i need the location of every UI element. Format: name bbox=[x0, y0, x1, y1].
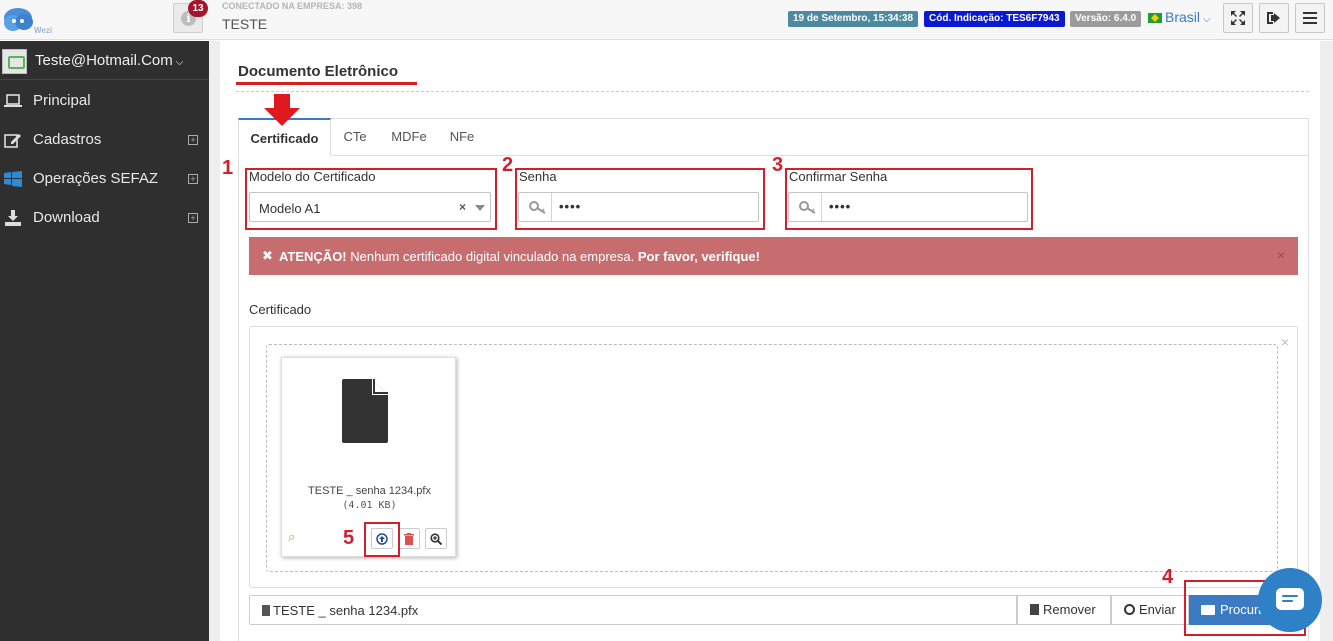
step-1-highlight bbox=[245, 168, 497, 230]
file-name: TESTE _ senha 1234.pfx bbox=[308, 485, 431, 497]
menu-button[interactable] bbox=[1295, 3, 1325, 33]
expand-plus-icon[interactable]: + bbox=[188, 213, 198, 223]
windows-icon bbox=[4, 171, 22, 187]
svg-text:Wezi: Wezi bbox=[34, 26, 52, 35]
warning-alert: ✖ ATENÇÃO! Nenhum certificado digital vi… bbox=[249, 237, 1298, 275]
brazil-flag-icon bbox=[1148, 13, 1162, 23]
notification-count-badge: 13 bbox=[188, 0, 208, 17]
sign-out-icon bbox=[1267, 12, 1280, 24]
step-2-highlight bbox=[515, 168, 765, 230]
sidebar-item-label: Cadastros bbox=[33, 131, 102, 148]
company-name: TESTE bbox=[222, 16, 268, 32]
step-5-highlight bbox=[364, 522, 400, 557]
sidebar-item-operacoes-sefaz[interactable]: Operações SEFAZ + bbox=[0, 160, 209, 199]
delete-file-button[interactable] bbox=[398, 528, 420, 549]
user-email: Teste@Hotmail.Com ⌵ bbox=[35, 52, 184, 69]
zoom-in-icon bbox=[430, 533, 443, 546]
certificate-section-label: Certificado bbox=[249, 302, 312, 317]
arrow-down-icon bbox=[264, 94, 300, 126]
trash-icon bbox=[1030, 604, 1039, 615]
language-label: Brasil bbox=[1165, 9, 1201, 25]
tab-nfe[interactable]: NFe bbox=[441, 118, 483, 156]
step-4-number: 4 bbox=[1162, 566, 1174, 588]
avatar bbox=[2, 49, 27, 74]
title-highlight-underline bbox=[236, 82, 417, 85]
expand-plus-icon[interactable]: + bbox=[188, 174, 198, 184]
step-5-number: 5 bbox=[343, 527, 355, 549]
logout-button[interactable] bbox=[1259, 3, 1289, 33]
sidebar-item-label: Operações SEFAZ bbox=[33, 170, 159, 187]
datetime-badge: 19 de Setembro, 15:34:38 bbox=[788, 11, 919, 27]
chat-widget-button[interactable] bbox=[1258, 568, 1322, 632]
fullscreen-button[interactable] bbox=[1223, 3, 1253, 33]
chevron-down-icon: ⌵ bbox=[175, 57, 184, 68]
company-connected-label: CONECTADO NA EMPRESA: 398 bbox=[222, 1, 363, 11]
language-selector[interactable]: Brasil ⌵ bbox=[1148, 9, 1211, 25]
trash-icon bbox=[404, 533, 414, 545]
wezi-logo[interactable]: Wezi bbox=[2, 4, 56, 36]
file-small-icon bbox=[262, 605, 270, 616]
file-size: (4.01 KB) bbox=[342, 500, 397, 511]
chevron-down-icon: ⌵ bbox=[1203, 14, 1211, 25]
laptop-icon bbox=[4, 94, 22, 107]
version-badge: Versão: 6.4.0 bbox=[1070, 11, 1142, 27]
download-icon bbox=[5, 210, 21, 226]
edit-icon bbox=[4, 134, 21, 148]
hamburger-icon bbox=[1303, 12, 1317, 24]
step-3-highlight bbox=[785, 168, 1033, 230]
sidebar: Teste@Hotmail.Com ⌵ Principal Cadastros +… bbox=[0, 41, 209, 641]
alert-close-button[interactable]: × bbox=[1277, 247, 1285, 263]
times-icon: ✖ bbox=[262, 248, 273, 263]
expand-plus-icon[interactable]: + bbox=[188, 135, 198, 145]
tab-mdfe[interactable]: MDFe bbox=[382, 118, 436, 156]
referral-code-badge: Cód. Indicação: TES6F7943 bbox=[924, 11, 1065, 27]
sidebar-item-principal[interactable]: Principal bbox=[0, 82, 209, 121]
tab-cte[interactable]: CTe bbox=[334, 118, 376, 156]
close-icon[interactable]: × bbox=[1281, 334, 1289, 350]
page-title: Documento Eletrônico bbox=[238, 63, 399, 80]
chat-icon bbox=[1276, 588, 1304, 610]
zoom-file-button[interactable] bbox=[425, 528, 447, 549]
expand-icon bbox=[1231, 11, 1245, 25]
selected-file-name: TESTE _ senha 1234.pfx bbox=[262, 603, 418, 618]
file-caption-input[interactable]: TESTE _ senha 1234.pfx bbox=[249, 595, 1017, 625]
alert-message: ATENÇÃO! Nenhum certificado digital vinc… bbox=[279, 249, 760, 264]
top-bar: Wezi i 13 CONECTADO NA EMPRESA: 398 TEST… bbox=[0, 0, 1333, 40]
sidebar-item-label: Download bbox=[33, 209, 100, 226]
drag-handle-icon[interactable]: ⌕ bbox=[288, 529, 295, 545]
sidebar-item-cadastros[interactable]: Cadastros + bbox=[0, 121, 209, 160]
remove-button[interactable]: Remover bbox=[1017, 595, 1111, 625]
step-2-number: 2 bbox=[502, 154, 514, 176]
title-divider bbox=[236, 91, 1309, 92]
send-button[interactable]: Enviar bbox=[1111, 595, 1189, 625]
step-3-number: 3 bbox=[772, 154, 784, 176]
step-1-number: 1 bbox=[222, 157, 234, 179]
file-icon bbox=[342, 379, 388, 443]
arrow-circle-up-icon bbox=[1124, 604, 1135, 615]
sidebar-item-label: Principal bbox=[33, 92, 91, 109]
sidebar-item-download[interactable]: Download + bbox=[0, 199, 209, 238]
user-menu[interactable]: Teste@Hotmail.Com ⌵ bbox=[0, 41, 209, 80]
